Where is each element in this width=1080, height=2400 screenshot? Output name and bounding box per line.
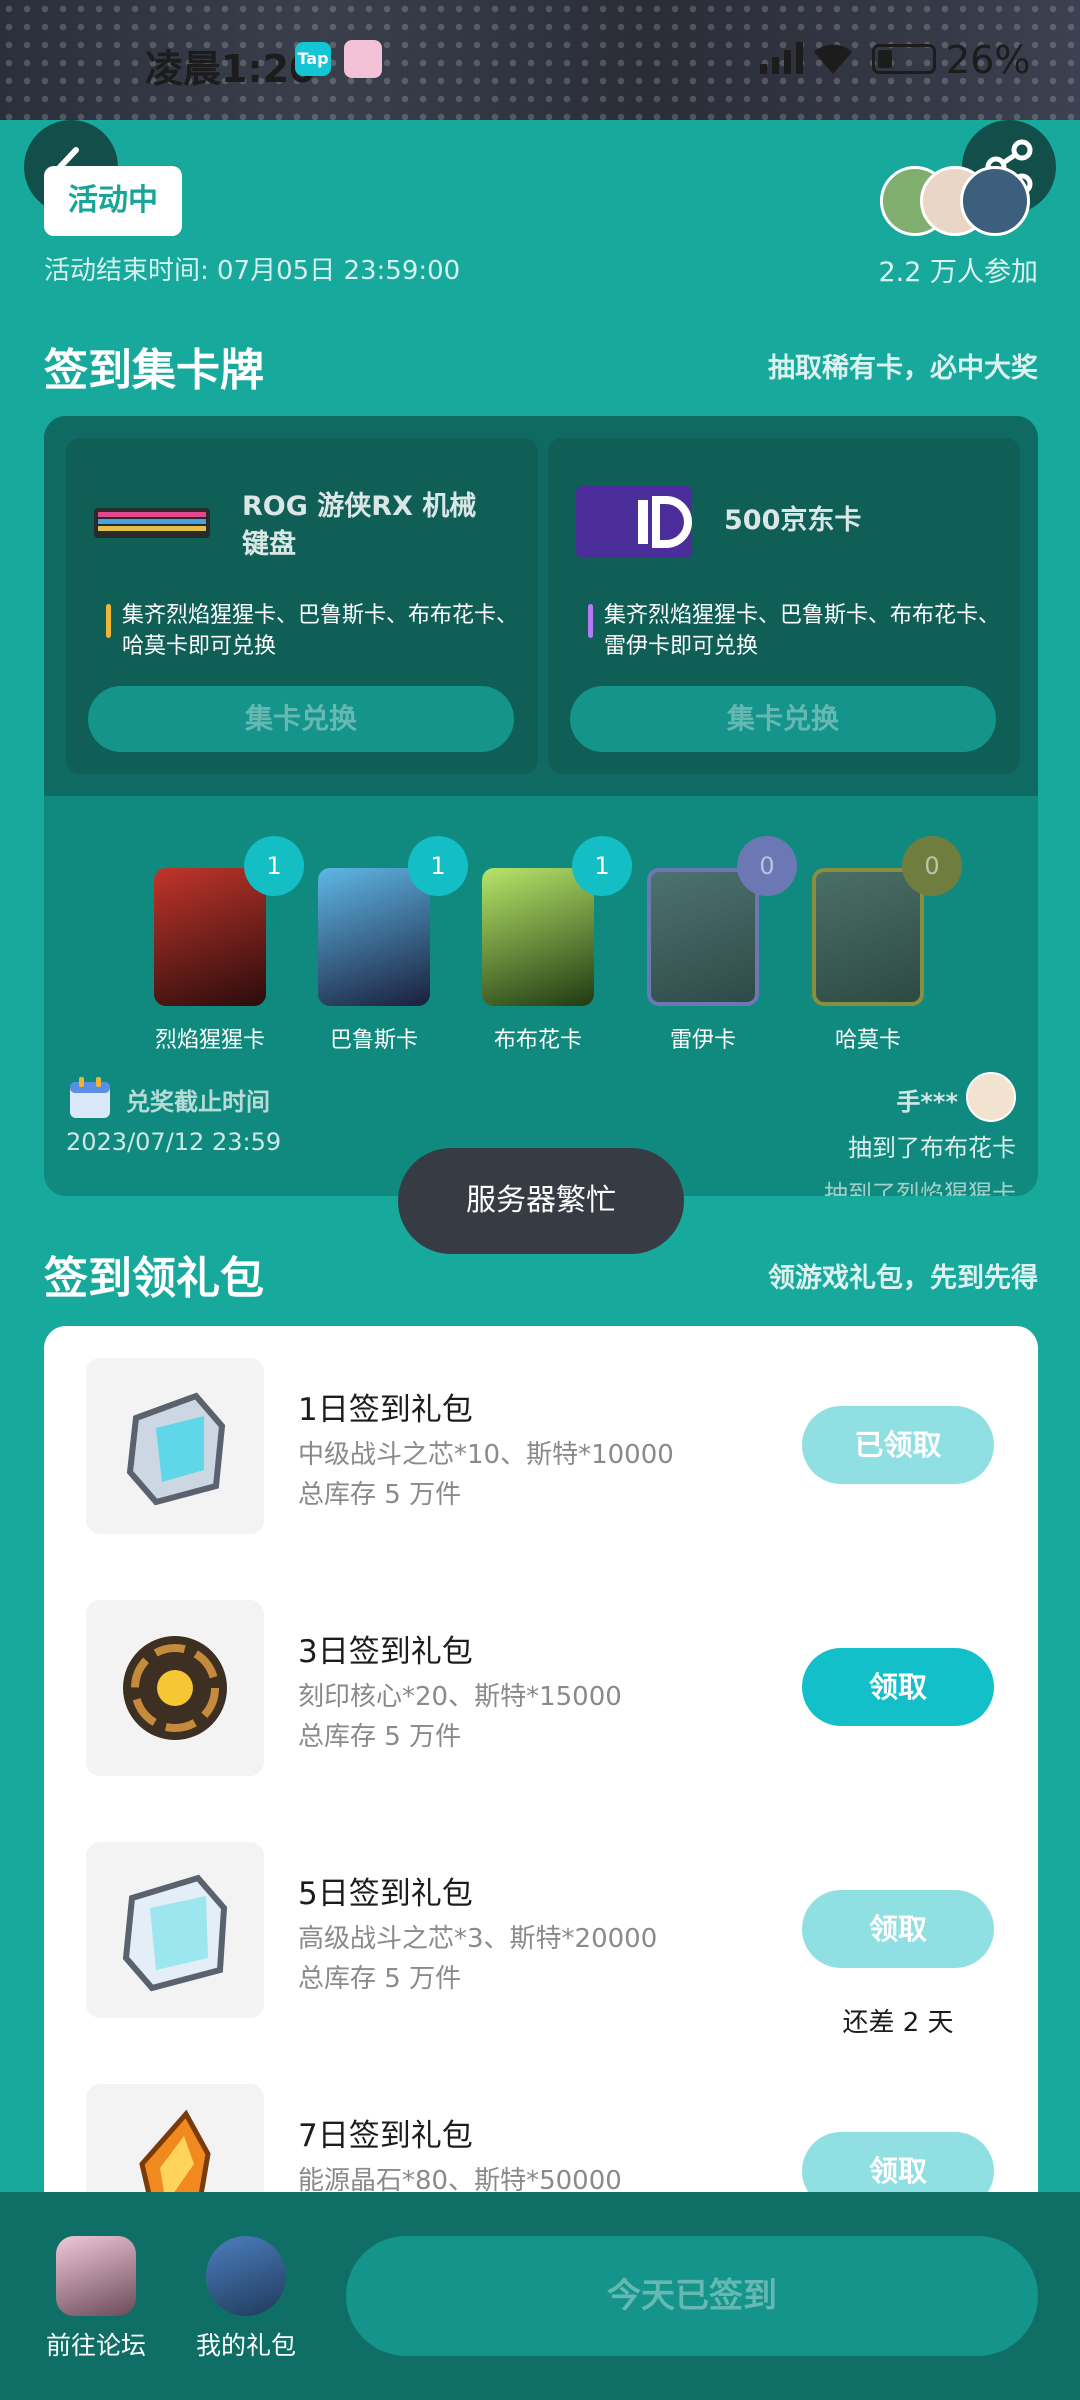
gift-thumbnail — [86, 1842, 264, 2018]
claimed-button[interactable]: 已领取 — [802, 1406, 994, 1484]
keyboard-prize-image — [94, 508, 210, 538]
card-name: 布布花卡 — [493, 1028, 582, 1053]
gift-contents: 刻印核心*20、斯特*15000 — [298, 1682, 622, 1712]
participant-count: 2.2 万人参加 — [878, 257, 1038, 288]
jd-gift-card-image — [576, 486, 692, 558]
avatar — [966, 1072, 1016, 1122]
forum-label: 前往论坛 — [45, 2331, 146, 2360]
battery-icon — [872, 44, 936, 74]
card-art — [812, 868, 924, 1006]
advanced-battle-core-icon — [122, 1874, 228, 1992]
bottom-action-bar: 前往论坛 我的礼包 今天已签到 — [0, 2192, 1080, 2400]
card-count-badge: 0 — [902, 836, 962, 896]
checkin-button[interactable]: 今天已签到 — [346, 2236, 1038, 2356]
my-gifts-label: 我的礼包 — [195, 2331, 296, 2360]
my-gifts-button[interactable]: 我的礼包 — [186, 2236, 306, 2362]
avatar — [960, 166, 1030, 236]
deadline-label: 兑奖截止时间 — [126, 1088, 270, 1116]
status-bar: 凌晨1:20 Tap 26% — [0, 0, 1080, 120]
section-subtitle-gifts: 领游戏礼包，先到先得 — [768, 1263, 1038, 1294]
prize-card-jd-gift-card: 500京东卡 集齐烈焰猩猩卡、巴鲁斯卡、布布花卡、雷伊卡即可兑换 集卡兑换 — [548, 438, 1020, 774]
notification-avatar-icon — [344, 40, 382, 78]
winner-message-next: 抽到了烈焰猩猩卡 — [824, 1180, 1016, 1196]
taptap-app-icon: Tap — [295, 42, 331, 76]
card-art — [318, 868, 430, 1006]
prize-requirement: 集齐烈焰猩猩卡、巴鲁斯卡、布布花卡、哈莫卡即可兑换 — [106, 600, 526, 662]
gift-thumbnail — [86, 1358, 264, 1534]
gift-title: 7日签到礼包 — [298, 2118, 473, 2154]
deadline-date: 2023/07/12 23:59 — [66, 1128, 282, 1156]
card-collection-panel: ROG 游侠RX 机械键盘 集齐烈焰猩猩卡、巴鲁斯卡、布布花卡、哈莫卡即可兑换 … — [44, 416, 1038, 1196]
forum-icon — [56, 2236, 136, 2316]
battery-percent: 26% — [946, 38, 1031, 82]
list-item: 5日签到礼包 高级战斗之芯*3、斯特*20000 总库存 5 万件 领取 还差 … — [44, 1810, 1038, 2038]
section-title-collect: 签到集卡牌 — [44, 345, 264, 396]
winner-name: 手*** — [896, 1088, 958, 1116]
card-count-badge: 1 — [244, 836, 304, 896]
gift-stock: 总库存 5 万件 — [298, 1964, 462, 1994]
participant-avatars — [880, 166, 1040, 236]
card-count-badge: 1 — [572, 836, 632, 896]
card-art — [647, 868, 759, 1006]
gift-stock: 总库存 5 万件 — [298, 1480, 462, 1510]
gift-title: 1日签到礼包 — [298, 1392, 473, 1428]
prize-card-keyboard: ROG 游侠RX 机械键盘 集齐烈焰猩猩卡、巴鲁斯卡、布布花卡、哈莫卡即可兑换 … — [66, 438, 538, 774]
status-time: 凌晨1:20 — [145, 47, 316, 91]
exchange-button[interactable]: 集卡兑换 — [570, 686, 996, 752]
card-list: 1 烈焰猩猩卡 1 巴鲁斯卡 1 布布花卡 0 雷伊卡 0 哈莫卡 — [44, 836, 1038, 1053]
gift-title: 5日签到礼包 — [298, 1876, 473, 1912]
seal-core-icon — [123, 1636, 227, 1740]
card-name: 巴鲁斯卡 — [329, 1028, 418, 1053]
list-item: 1日签到礼包 中级战斗之芯*10、斯特*10000 总库存 5 万件 已领取 — [44, 1326, 1038, 1534]
prize-requirement: 集齐烈焰猩猩卡、巴鲁斯卡、布布花卡、雷伊卡即可兑换 — [588, 600, 1008, 662]
gift-stock: 总库存 5 万件 — [298, 1722, 462, 1752]
signal-icon — [760, 42, 803, 74]
exchange-button[interactable]: 集卡兑换 — [88, 686, 514, 752]
card-count-badge: 1 — [408, 836, 468, 896]
card-art — [154, 868, 266, 1006]
forum-button[interactable]: 前往论坛 — [36, 2236, 156, 2362]
winner-message: 抽到了布布花卡 — [848, 1134, 1016, 1162]
gift-thumbnail — [86, 1600, 264, 1776]
claim-button[interactable]: 领取 — [802, 1648, 994, 1726]
card-count-badge: 0 — [737, 836, 797, 896]
activity-status-badge: 活动中 — [44, 166, 182, 236]
wifi-icon — [814, 44, 852, 74]
days-remaining-note: 还差 2 天 — [842, 2008, 954, 2038]
card-name: 哈莫卡 — [834, 1028, 901, 1053]
card-name: 雷伊卡 — [669, 1028, 736, 1053]
gift-contents: 中级战斗之芯*10、斯特*10000 — [298, 1440, 674, 1470]
gift-box-icon — [206, 2236, 286, 2316]
activity-end-time: 活动结束时间: 07月05日 23:59:00 — [44, 256, 461, 286]
section-title-gifts: 签到领礼包 — [44, 1253, 264, 1304]
gift-title: 3日签到礼包 — [298, 1634, 473, 1670]
gift-contents: 高级战斗之芯*3、斯特*20000 — [298, 1924, 658, 1954]
battle-core-icon — [126, 1392, 226, 1506]
toast-message: 服务器繁忙 — [398, 1148, 684, 1254]
section-subtitle-collect: 抽取稀有卡，必中大奖 — [768, 353, 1038, 384]
list-item: 3日签到礼包 刻印核心*20、斯特*15000 总库存 5 万件 领取 — [44, 1568, 1038, 1776]
card-name: 烈焰猩猩卡 — [154, 1028, 265, 1053]
prize-name: ROG 游侠RX 机械键盘 — [242, 491, 477, 560]
card-art — [482, 868, 594, 1006]
prize-name: 500京东卡 — [724, 505, 862, 536]
calendar-icon — [70, 1077, 110, 1118]
claim-button[interactable]: 领取 — [802, 1890, 994, 1968]
prize-area: ROG 游侠RX 机械键盘 集齐烈焰猩猩卡、巴鲁斯卡、布布花卡、哈莫卡即可兑换 … — [44, 416, 1038, 796]
